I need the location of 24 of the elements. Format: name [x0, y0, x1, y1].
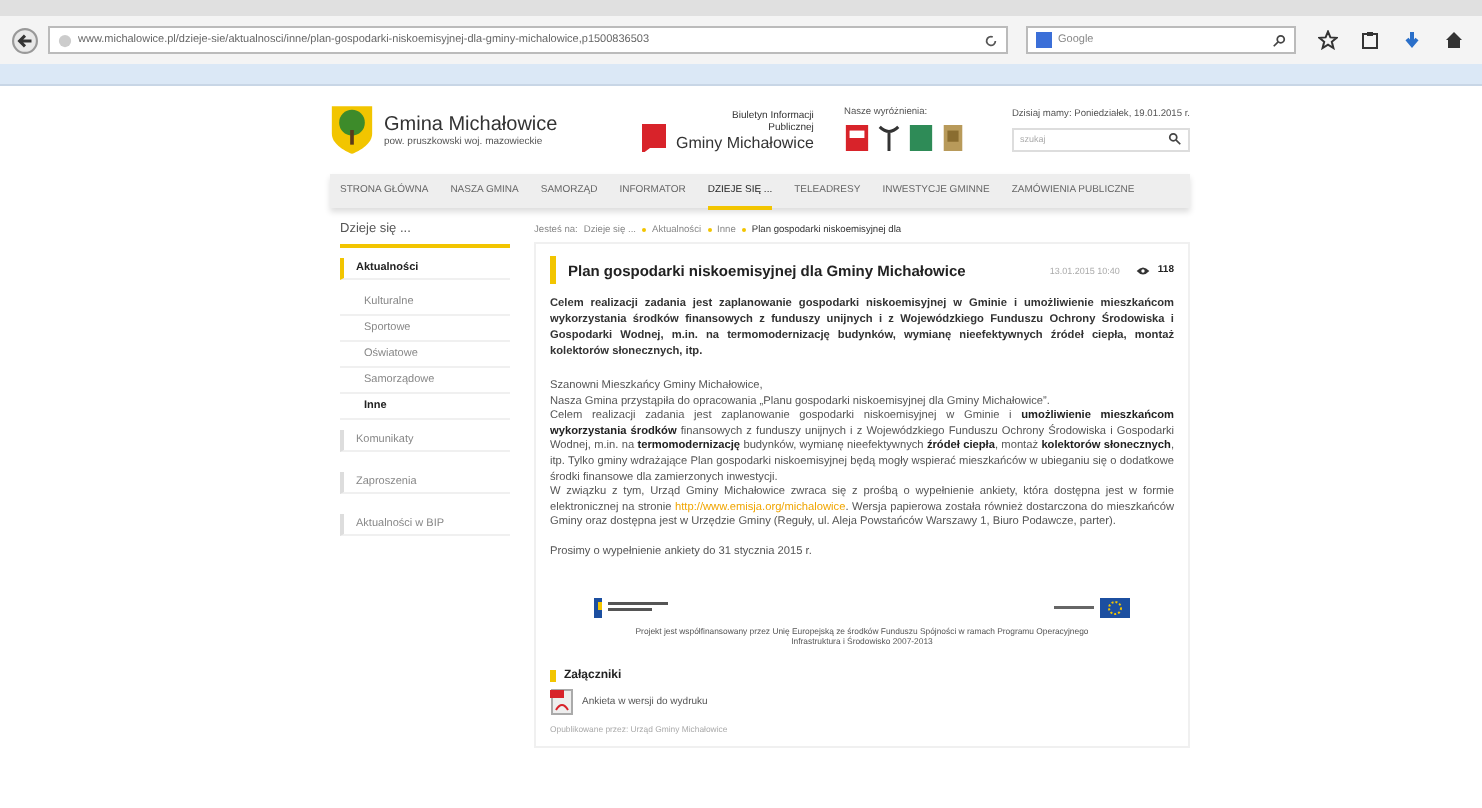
- google-icon: [1036, 32, 1052, 48]
- breadcrumb-separator-icon: [741, 228, 746, 232]
- bip-name: Gminy Michałowice: [676, 133, 814, 151]
- breadcrumb-separator-icon: [642, 228, 647, 232]
- coat-of-arms-icon: [330, 104, 374, 156]
- back-icon[interactable]: [12, 27, 38, 53]
- eye-icon: [1135, 265, 1150, 275]
- download-icon[interactable]: [1402, 30, 1422, 50]
- breadcrumb-separator-icon: [707, 228, 712, 232]
- certificate-award-icon[interactable]: [940, 121, 966, 153]
- star-icon[interactable]: [1318, 30, 1338, 50]
- site-name[interactable]: Gmina Michałowice: [384, 113, 558, 135]
- home-icon[interactable]: [1444, 30, 1464, 50]
- flag-award-icon[interactable]: [844, 121, 870, 153]
- search-icon[interactable]: [1168, 132, 1182, 146]
- sculpture-award-icon[interactable]: [876, 121, 902, 153]
- search-icon: [1272, 33, 1286, 47]
- globe-icon: [58, 33, 72, 47]
- badge-award-icon[interactable]: [908, 121, 934, 153]
- clipboard-icon[interactable]: [1360, 30, 1380, 50]
- pdf-file-icon: [550, 687, 574, 716]
- eu-flag-logo-icon: [1050, 597, 1130, 618]
- reload-icon[interactable]: [984, 33, 998, 47]
- infrastructure-logo-icon: [594, 597, 674, 618]
